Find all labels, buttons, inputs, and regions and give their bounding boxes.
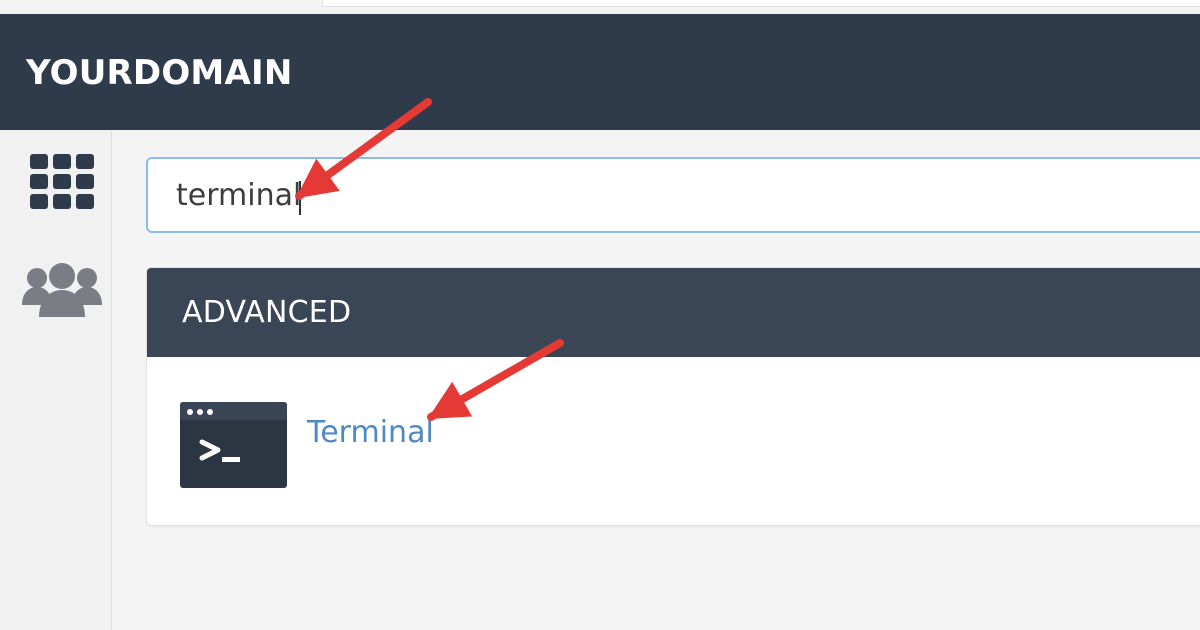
top-strip-box (322, 0, 1200, 7)
results-group-header: ADVANCED (147, 268, 1200, 357)
result-label-terminal[interactable]: Terminal (307, 415, 434, 451)
result-item-terminal[interactable]: Terminal (180, 402, 480, 488)
top-strip (0, 0, 1200, 14)
users-icon[interactable] (22, 261, 102, 319)
terminal-icon (180, 402, 287, 488)
grid-icon[interactable] (30, 154, 94, 210)
results-group-title: ADVANCED (182, 295, 352, 330)
brand-title: YOURDOMAIN (26, 53, 293, 93)
top-header: YOURDOMAIN (0, 14, 1200, 130)
left-sidebar (0, 130, 112, 630)
text-caret (299, 181, 301, 215)
results-panel: ADVANCED Terminal (146, 267, 1200, 526)
search-input[interactable] (146, 157, 1200, 233)
